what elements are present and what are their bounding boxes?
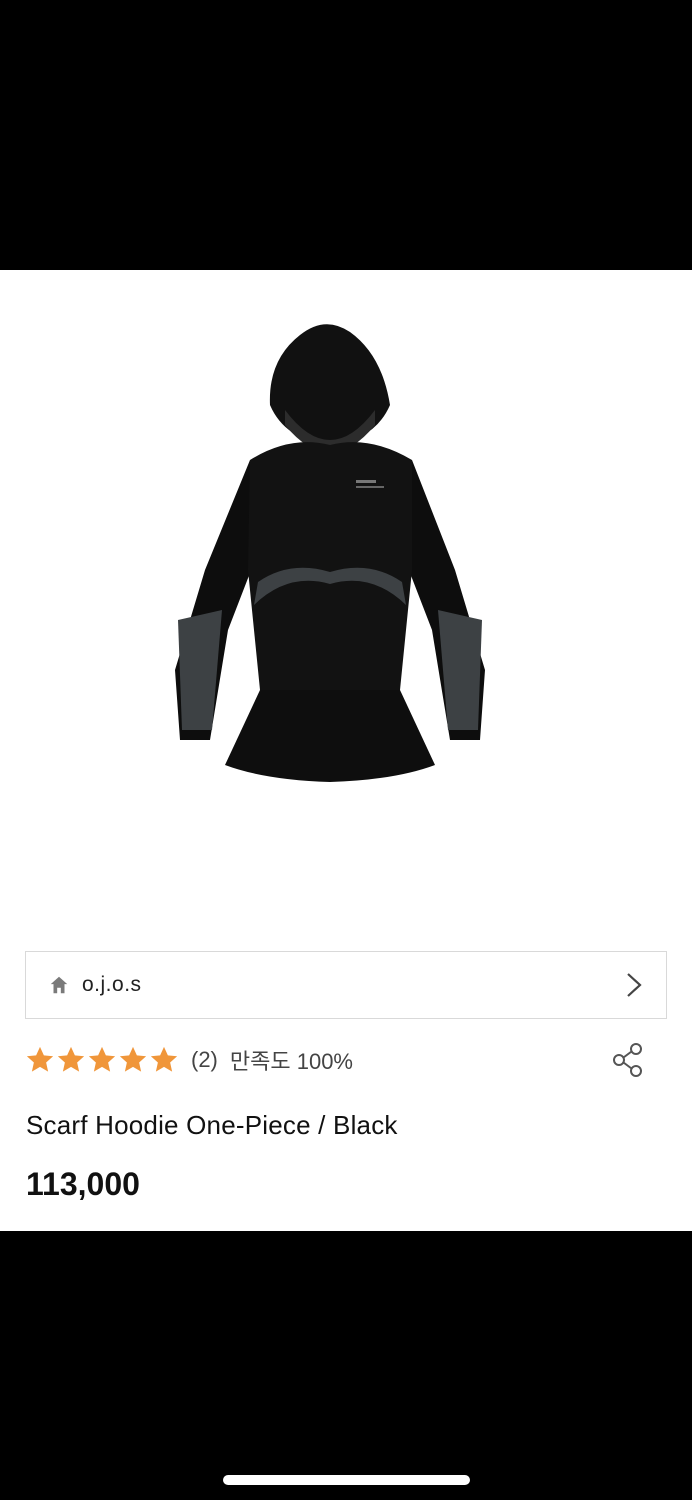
- product-price: 113,000: [26, 1166, 140, 1202]
- product-image[interactable]: [150, 310, 510, 790]
- satisfaction-rate: 만족도 100%: [229, 1049, 353, 1074]
- review-count[interactable]: (2): [191, 1047, 218, 1073]
- store-name: o.j.o.s: [82, 973, 142, 996]
- chevron-right-icon: [627, 973, 642, 997]
- star-rating: [25, 1045, 179, 1075]
- star-icon: [26, 1046, 54, 1072]
- store-link[interactable]: o.j.o.s: [25, 951, 667, 1019]
- home-icon: [50, 976, 68, 994]
- share-icon[interactable]: [611, 1042, 645, 1078]
- rating-row: (2) 만족도 100%: [25, 1038, 667, 1082]
- bottom-black-area: [0, 1231, 692, 1500]
- star-icon: [57, 1046, 85, 1072]
- top-black-area: [0, 0, 692, 270]
- product-sheet: o.j.o.s (2) 만족도 100% Scarf Hoodie One-Pi…: [0, 270, 692, 1231]
- home-indicator[interactable]: [223, 1475, 470, 1485]
- star-icon: [88, 1046, 116, 1072]
- star-icon: [119, 1046, 147, 1072]
- star-icon: [150, 1046, 178, 1072]
- product-title: Scarf Hoodie One-Piece / Black: [26, 1110, 398, 1140]
